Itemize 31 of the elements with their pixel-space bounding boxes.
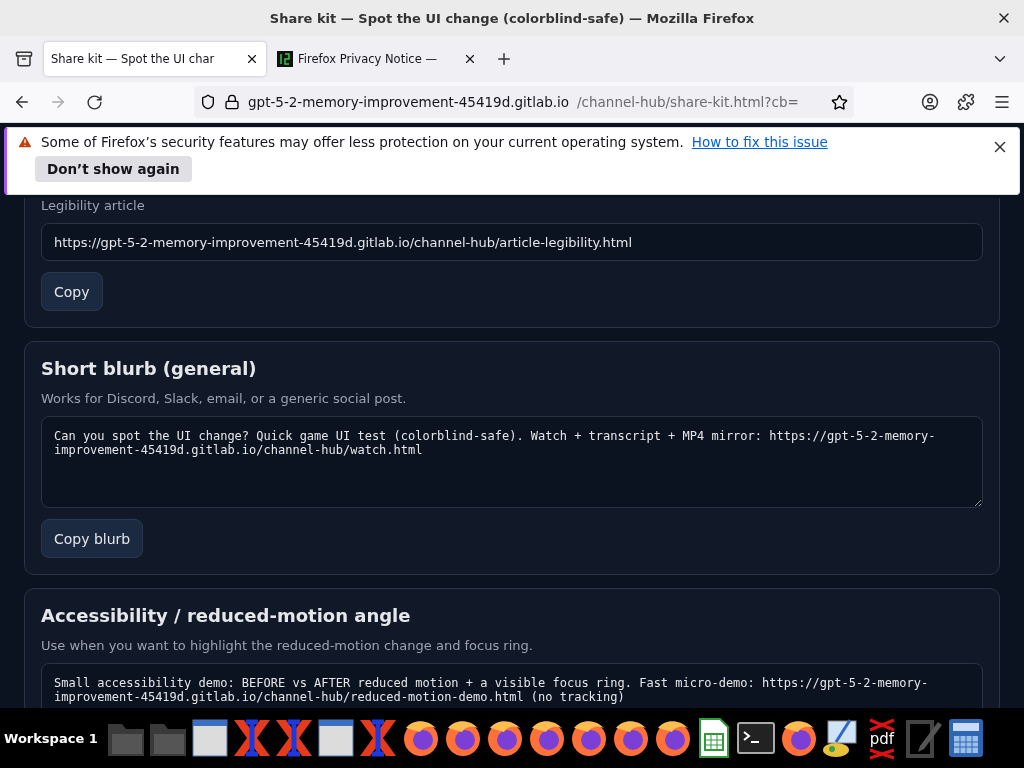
terminal-icon — [277, 51, 293, 67]
close-icon[interactable] — [463, 52, 477, 66]
dont-show-button[interactable]: Don’t show again — [35, 156, 192, 182]
address-bar[interactable]: gpt-5-2-memory-improvement-45419d.gitlab.io /channel-hub/share-kit.html?cb= — [194, 86, 854, 118]
window-title: Share kit — Spot the UI change (colorblind-safe) — Mozilla Firefox — [269, 10, 755, 26]
tab-title: Share kit — Spot the UI char — [51, 52, 216, 66]
card-description: Works for Discord, Slack, email, or a generic social post. — [41, 391, 408, 406]
field-label: Legibility article — [41, 198, 146, 213]
fix-link[interactable]: How to fix this issue — [691, 134, 828, 150]
shield-icon[interactable] — [200, 94, 216, 110]
copy-button[interactable]: Copy — [41, 272, 103, 311]
tab-title: Firefox Privacy Notice — — [298, 52, 438, 66]
url-field[interactable]: https://gpt-5-2-memory-improvement-45419d.gitlab.io/channel-hub/article-legibility.html — [41, 223, 983, 261]
text-area[interactable]: Small accessibility demo: BEFORE vs AFTER reduced motion + a visible focus ring. Fast micro-demo: https://gpt-5-2-memory-improvement-45419d.gitlab.io/channel-hub/reduced-motion-demo.html (no tracking) — [41, 663, 983, 708]
warning-icon — [17, 134, 33, 150]
card-description: Use when you want to highlight the reduced-motion change and focus ring. — [41, 638, 534, 653]
notification-message: Some of Firefox’s security features may offer less protection on your current operating system. — [41, 134, 684, 150]
star-icon[interactable] — [831, 93, 848, 111]
card-title: Accessibility / reduced-motion angle — [41, 605, 412, 626]
copy-button[interactable]: Copy blurb — [41, 519, 144, 558]
text-area[interactable]: Can you spot the UI change? Quick game UI test (colorblind-safe). Watch + transcript + MP4 mirror: https://gpt-5-2-memory-improvement-45419d.gitlab.io/channel-hub/watch.html — [41, 416, 983, 508]
lock-icon — [224, 94, 240, 110]
browser-tab[interactable]: Firefox Privacy Notice — — [270, 42, 484, 76]
card-title: Short blurb (general) — [41, 358, 258, 379]
url-path: /channel-hub/share-kit.html?cb= — [577, 94, 800, 110]
browser-tab[interactable]: Share kit — Spot the UI char — [44, 42, 266, 76]
window-icon[interactable] — [189, 716, 230, 760]
window-icon[interactable] — [315, 716, 356, 760]
url-host: gpt-5-2-memory-improvement-45419d.gitlab.io — [248, 94, 570, 110]
workspace-label[interactable]: Workspace 1 — [4, 730, 98, 746]
close-icon[interactable] — [245, 52, 259, 66]
